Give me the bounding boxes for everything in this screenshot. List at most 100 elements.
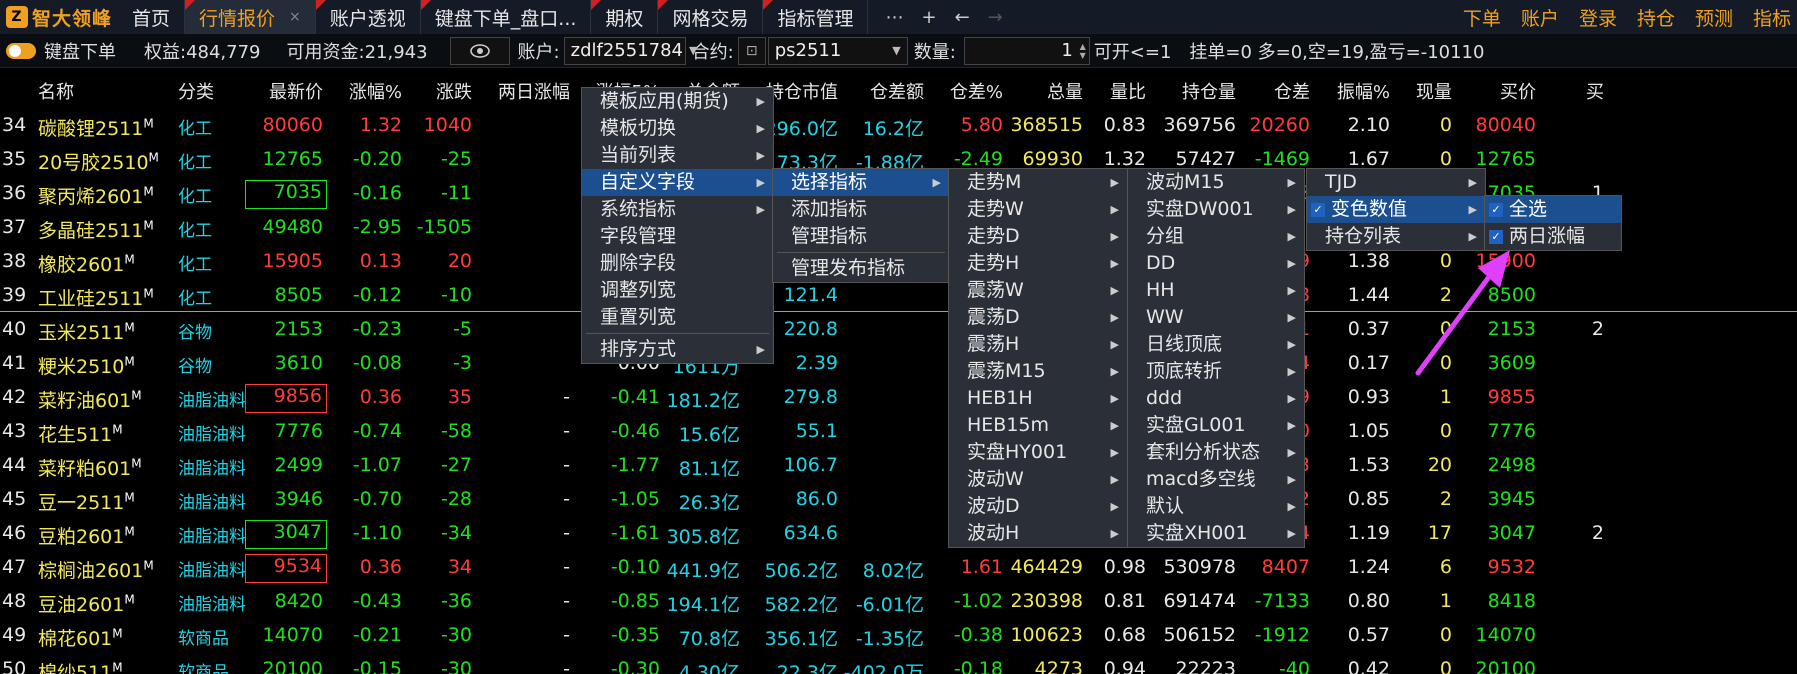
menu-item[interactable]: 走势M ▶: [949, 169, 1127, 196]
menu-item[interactable]: 震荡H ▶: [949, 331, 1127, 358]
menu-item[interactable]: 震荡W ▶: [949, 277, 1127, 304]
menu-item[interactable]: 波动M15 ▶: [1128, 169, 1304, 196]
menu-item[interactable]: 选择指标 ▶: [773, 169, 949, 196]
right-menu-item[interactable]: 账户: [1521, 4, 1559, 31]
tab-1[interactable]: 行情报价 ×: [185, 0, 316, 34]
account-select[interactable]: zdlf2551784 ▼: [563, 36, 697, 65]
table-row[interactable]: 48 豆油2601M 油脂油料 8420 -0.43 -36 - -0.85 194.1亿 582…: [0, 586, 1797, 620]
menu-item[interactable]: 震荡M15 ▶: [949, 358, 1127, 385]
menu-item[interactable]: 排序方式 ▶: [582, 336, 773, 363]
menu-item[interactable]: 重置列宽: [582, 304, 773, 331]
menu-item[interactable]: TJD ▶: [1307, 169, 1485, 196]
menu-item[interactable]: 实盘XH001 ▶: [1128, 520, 1304, 547]
menu-item[interactable]: ✓ 全选: [1485, 196, 1621, 223]
menu-item[interactable]: ✓ 变色数值 ▶: [1307, 196, 1485, 223]
menu-item[interactable]: 字段管理: [582, 223, 773, 250]
menu-item[interactable]: 调整列宽: [582, 277, 773, 304]
menu-item[interactable]: 日线顶底 ▶: [1128, 331, 1304, 358]
lock-icon[interactable]: ⊡: [737, 36, 766, 65]
column-header[interactable]: 分类: [178, 78, 214, 104]
menu-item[interactable]: 默认 ▶: [1128, 493, 1304, 520]
column-header[interactable]: 买: [1586, 78, 1604, 104]
menu-item[interactable]: DD ▶: [1128, 250, 1304, 277]
menu-item[interactable]: 持仓列表 ▶: [1307, 223, 1485, 250]
column-header[interactable]: 现量: [1416, 78, 1452, 104]
tab-5[interactable]: 网格交易: [658, 0, 764, 34]
contract-select[interactable]: ps2511 ▼: [767, 36, 908, 65]
column-header[interactable]: 仓差额: [870, 78, 924, 104]
table-row[interactable]: 34碳酸锂2511M化工800601.321040295.3亿296.0亿16.…: [0, 110, 1797, 144]
forward-icon[interactable]: →: [988, 7, 1003, 28]
table-row[interactable]: 46 豆粕2601M 油脂油料 3047 -1.10 -34- -1.61 305.8亿 634…: [0, 518, 1797, 552]
menu-item[interactable]: 波动H ▶: [949, 520, 1127, 547]
qty-stepper[interactable]: 1 ▲ ▼: [963, 36, 1090, 65]
column-header[interactable]: 量比: [1110, 78, 1146, 104]
table-row[interactable]: 41粳米2510M谷物3610-0.08-30.001611万2.39540.1…: [0, 348, 1797, 382]
menu-item[interactable]: ddd ▶: [1128, 385, 1304, 412]
add-tab-icon[interactable]: +: [921, 7, 936, 28]
tab-4[interactable]: 期权: [591, 0, 659, 34]
column-header[interactable]: 名称: [38, 78, 74, 104]
column-header[interactable]: 两日涨幅: [498, 78, 570, 104]
menu-item[interactable]: HEB1H ▶: [949, 385, 1127, 412]
menu-item[interactable]: 实盘DW001 ▶: [1128, 196, 1304, 223]
right-menu-item[interactable]: 登录: [1579, 4, 1617, 31]
menu-item[interactable]: 波动D ▶: [949, 493, 1127, 520]
table-row[interactable]: 39工业硅2511M化工8505-0.12-1083.7亿121.4981.44…: [0, 280, 1797, 314]
column-header[interactable]: 涨跌: [436, 78, 472, 104]
column-header[interactable]: 总量: [1047, 78, 1083, 104]
menu-item[interactable]: 震荡D ▶: [949, 304, 1127, 331]
right-menu-item[interactable]: 下单: [1463, 4, 1501, 31]
table-row[interactable]: 42 菜籽油601M 油脂油料 9856 0.36 35 - -0.41 181.2亿 279.8…: [0, 382, 1797, 416]
column-header[interactable]: 最新价: [269, 78, 323, 104]
menu-item[interactable]: 套利分析状态 ▶: [1128, 439, 1304, 466]
menu-item[interactable]: 走势W ▶: [949, 196, 1127, 223]
right-menu-item[interactable]: 持仓: [1637, 4, 1675, 31]
keyboard-order-toggle[interactable]: [6, 42, 36, 59]
menu-item[interactable]: 波动W ▶: [949, 466, 1127, 493]
close-icon[interactable]: ×: [289, 9, 301, 25]
menu-item[interactable]: macd多空线 ▶: [1128, 466, 1304, 493]
column-header[interactable]: 买价: [1500, 78, 1536, 104]
tab-2[interactable]: 账户透视: [315, 0, 421, 34]
table-row[interactable]: 44 菜籽粕601M 油脂油料 2499 -1.07 -27 - -1.77 81.1亿 106.…: [0, 450, 1797, 484]
menu-item[interactable]: ✓ 两日涨幅: [1485, 223, 1621, 250]
right-menu-item[interactable]: 指标: [1753, 4, 1791, 31]
tab-3[interactable]: 键盘下单_盘口...: [420, 0, 592, 34]
menu-item[interactable]: 管理发布指标: [773, 255, 949, 282]
tab-6[interactable]: 指标管理: [763, 0, 869, 34]
column-header[interactable]: 持仓量: [1182, 78, 1236, 104]
table-row[interactable]: 50 棉纱511M 软商品 20100 -0.15 -30 - -0.30 4.30亿 22.3亿…: [0, 654, 1797, 674]
column-header[interactable]: 仓差: [1274, 78, 1310, 104]
menu-item[interactable]: WW ▶: [1128, 304, 1304, 331]
menu-item[interactable]: 模板应用(期货) ▶: [582, 88, 773, 115]
table-row[interactable]: 43 花生511M 油脂油料 7776 -0.74 -58 - -0.46 15.6亿 55.1 0…: [0, 416, 1797, 450]
menu-item[interactable]: 顶底转折 ▶: [1128, 358, 1304, 385]
menu-item[interactable]: 实盘GL001 ▶: [1128, 412, 1304, 439]
menu-item[interactable]: 实盘HY001 ▶: [949, 439, 1127, 466]
menu-item[interactable]: 删除字段: [582, 250, 773, 277]
menu-item[interactable]: 添加指标: [773, 196, 949, 223]
table-row[interactable]: 49 棉花601M 软商品 14070 -0.21 -30 - -0.35 70.8亿 356.1…: [0, 620, 1797, 654]
back-icon[interactable]: ←: [955, 7, 970, 28]
more-icon[interactable]: ⋯: [885, 7, 903, 28]
menu-item[interactable]: HH ▶: [1128, 277, 1304, 304]
menu-item[interactable]: HEB15m ▶: [949, 412, 1127, 439]
spin-arrows-icon[interactable]: ▲ ▼: [1080, 42, 1086, 60]
column-header[interactable]: 涨幅%: [349, 78, 402, 104]
menu-item[interactable]: 自定义字段 ▶: [582, 169, 773, 196]
tab-0[interactable]: 首页: [120, 0, 186, 34]
column-header[interactable]: 持仓市值: [766, 78, 838, 104]
right-menu-item[interactable]: 预测: [1695, 4, 1733, 31]
table-row[interactable]: 40玉米2511M谷物2153-0.23-536.2亿220.8310.3702…: [0, 314, 1797, 348]
menu-item[interactable]: 走势D ▶: [949, 223, 1127, 250]
menu-item[interactable]: 走势H ▶: [949, 250, 1127, 277]
column-header[interactable]: 振幅%: [1337, 78, 1390, 104]
menu-item[interactable]: 模板切换 ▶: [582, 115, 773, 142]
eye-icon[interactable]: [449, 36, 510, 65]
menu-item[interactable]: 管理指标: [773, 223, 949, 250]
column-header[interactable]: 仓差%: [950, 78, 1003, 104]
table-row[interactable]: 47 棕榈油2601M 油脂油料 9534 0.36 34 - -0.10 441.9亿 506.…: [0, 552, 1797, 586]
table-row[interactable]: 45 豆一2511M 油脂油料 3946 -0.70 -28 - -1.05 26.3亿 86.0…: [0, 484, 1797, 518]
menu-item[interactable]: 分组 ▶: [1128, 223, 1304, 250]
